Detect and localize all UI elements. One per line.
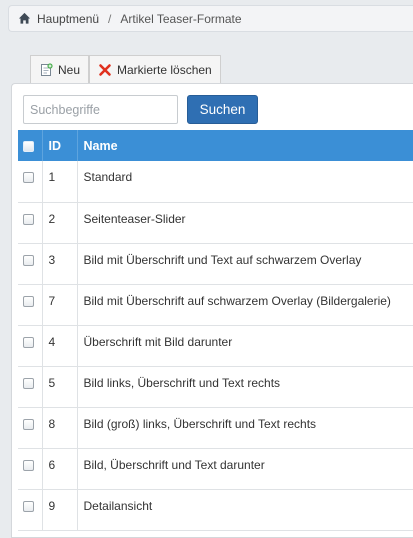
row-checkbox[interactable]	[23, 418, 34, 430]
row-id: 1	[42, 161, 78, 203]
row-id: 9	[42, 489, 78, 531]
row-select-cell	[18, 161, 43, 203]
row-name-link[interactable]: Seitenteaser-Slider	[77, 202, 413, 244]
search-button[interactable]: Suchen	[187, 95, 258, 124]
row-select-cell	[18, 325, 43, 367]
breadcrumb-current: Artikel Teaser-Formate	[120, 11, 242, 26]
row-id: 5	[42, 366, 78, 408]
row-name-link[interactable]: Standard	[77, 161, 413, 203]
table-row[interactable]: 6 Bild, Überschrift und Text darunter	[18, 448, 413, 490]
breadcrumb: Hauptmenü / Artikel Teaser-Formate	[8, 5, 413, 32]
row-name-link[interactable]: Detailansicht	[77, 489, 413, 531]
table-row[interactable]: 9 Detailansicht	[18, 489, 413, 531]
row-name-link[interactable]: Bild, Überschrift und Text darunter	[77, 448, 413, 490]
row-id: 7	[42, 284, 78, 326]
new-button-label: Neu	[58, 62, 81, 77]
delete-selected-button[interactable]: Markierte löschen	[89, 55, 221, 83]
delete-selected-label: Markierte löschen	[117, 62, 212, 77]
select-all-checkbox[interactable]	[23, 140, 34, 152]
header-select-all-cell	[18, 130, 43, 161]
search-input[interactable]	[23, 95, 178, 124]
toolbar: Neu Markierte löschen	[30, 55, 221, 83]
row-id: 2	[42, 202, 78, 244]
row-checkbox[interactable]	[23, 459, 34, 471]
red-x-icon	[99, 63, 111, 76]
table-row[interactable]: 8 Bild (groß) links, Überschrift und Text…	[18, 407, 413, 449]
row-name-link[interactable]: Überschrift mit Bild darunter	[77, 325, 413, 367]
new-document-icon	[41, 62, 53, 76]
row-name-link[interactable]: Bild mit Überschrift auf schwarzem Overl…	[77, 284, 413, 326]
row-checkbox[interactable]	[23, 500, 34, 512]
new-button[interactable]: Neu	[30, 55, 90, 83]
row-select-cell	[18, 284, 43, 326]
table-row[interactable]: 2 Seitenteaser-Slider	[18, 202, 413, 244]
row-select-cell	[18, 366, 43, 408]
row-checkbox[interactable]	[23, 295, 34, 307]
table-row[interactable]: 5 Bild links, Überschrift und Text rechts	[18, 366, 413, 408]
row-checkbox[interactable]	[23, 254, 34, 266]
row-checkbox[interactable]	[23, 213, 34, 225]
row-select-cell	[18, 448, 43, 490]
row-checkbox[interactable]	[23, 377, 34, 389]
breadcrumb-separator: /	[108, 11, 112, 26]
home-icon[interactable]	[18, 12, 31, 25]
table-row[interactable]: 1 Standard	[18, 161, 413, 203]
row-id: 3	[42, 243, 78, 285]
table-row[interactable]: 4 Überschrift mit Bild darunter	[18, 325, 413, 367]
column-header-name[interactable]: Name	[77, 130, 413, 161]
row-id: 4	[42, 325, 78, 367]
table-row[interactable]: 7 Bild mit Überschrift auf schwarzem Over…	[18, 284, 413, 326]
table-header-row: ID Name	[18, 130, 413, 161]
breadcrumb-home-link[interactable]: Hauptmenü	[37, 12, 99, 26]
row-select-cell	[18, 489, 43, 531]
row-select-cell	[18, 407, 43, 449]
teaser-format-table: ID Name 1 Standard 2 Seitenteaser-Slider 3 Bi…	[18, 130, 413, 531]
row-id: 8	[42, 407, 78, 449]
column-header-id[interactable]: ID	[42, 130, 78, 161]
row-checkbox[interactable]	[23, 336, 34, 348]
row-checkbox[interactable]	[23, 172, 34, 183]
table-row[interactable]: 3 Bild mit Überschrift und Text auf schwa…	[18, 243, 413, 285]
row-select-cell	[18, 202, 43, 244]
row-name-link[interactable]: Bild (groß) links, Überschrift und Text …	[77, 407, 413, 449]
row-name-link[interactable]: Bild mit Überschrift und Text auf schwar…	[77, 243, 413, 285]
row-name-link[interactable]: Bild links, Überschrift und Text rechts	[77, 366, 413, 408]
content-panel: Suchen ID Name 1Standard2Seitenteaser-Sl…	[11, 83, 413, 538]
row-id: 6	[42, 448, 78, 490]
row-select-cell	[18, 243, 43, 285]
